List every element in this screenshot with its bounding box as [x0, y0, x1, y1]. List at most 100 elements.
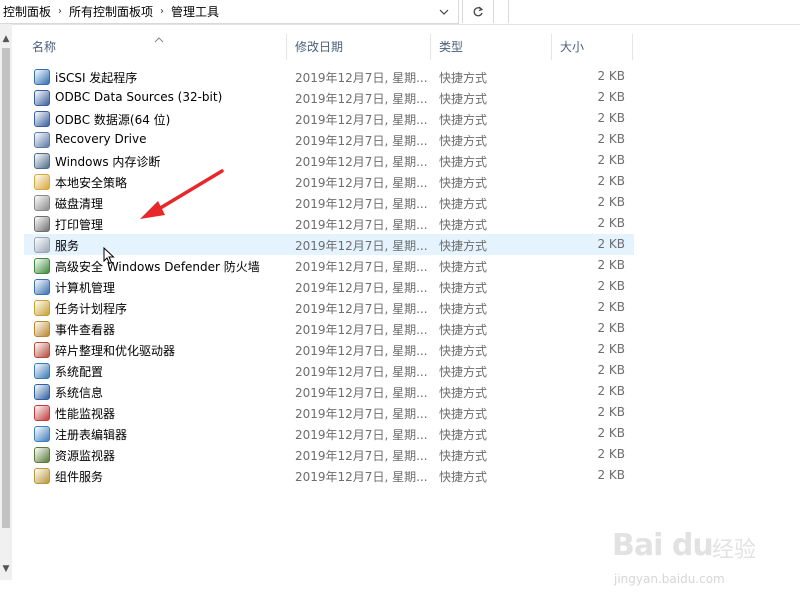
- file-list: iSCSI 发起程序 2019年12月7日, 星期... 快捷方式 2 KB ODBC …: [24, 66, 634, 486]
- file-date: 2019年12月7日, 星期...: [295, 470, 428, 484]
- file-type: 快捷方式: [439, 155, 488, 169]
- list-item[interactable]: ODBC Data Sources (32-bit) 2019年12月7日, 星期…: [24, 87, 634, 108]
- file-date: 2019年12月7日, 星期...: [295, 218, 428, 232]
- file-date: 2019年12月7日, 星期...: [295, 155, 428, 169]
- breadcrumb-separator-icon[interactable]: ›: [54, 6, 66, 17]
- list-item[interactable]: 事件查看器 2019年12月7日, 星期... 快捷方式 2 KB: [24, 318, 634, 339]
- list-item[interactable]: 本地安全策略 2019年12月7日, 星期... 快捷方式 2 KB: [24, 171, 634, 192]
- file-type: 快捷方式: [439, 386, 488, 400]
- list-item[interactable]: ODBC 数据源(64 位) 2019年12月7日, 星期... 快捷方式 2 KB: [24, 108, 634, 129]
- sort-ascending-icon: [154, 28, 164, 54]
- list-item[interactable]: 注册表编辑器 2019年12月7日, 星期... 快捷方式 2 KB: [24, 423, 634, 444]
- column-header-name[interactable]: 名称: [24, 34, 287, 60]
- file-type: 快捷方式: [439, 218, 488, 232]
- breadcrumb-item-control-panel[interactable]: 控制面板: [0, 3, 54, 20]
- file-size: 2 KB: [597, 195, 625, 209]
- disk-cleanup-icon: [34, 195, 50, 211]
- column-name-label: 名称: [32, 40, 57, 54]
- file-type: 快捷方式: [439, 71, 488, 85]
- chevron-down-icon[interactable]: [432, 0, 456, 23]
- column-header-size[interactable]: 大小: [552, 34, 633, 60]
- list-item[interactable]: 碎片整理和优化驱动器 2019年12月7日, 星期... 快捷方式 2 KB: [24, 339, 634, 360]
- list-item[interactable]: 磁盘清理 2019年12月7日, 星期... 快捷方式 2 KB: [24, 192, 634, 213]
- file-size: 2 KB: [597, 132, 625, 146]
- breadcrumb-item-all-items[interactable]: 所有控制面板项: [66, 3, 156, 20]
- file-date: 2019年12月7日, 星期...: [295, 386, 428, 400]
- mouse-cursor-icon: [103, 247, 115, 265]
- list-item[interactable]: 性能监视器 2019年12月7日, 星期... 快捷方式 2 KB: [24, 402, 634, 423]
- file-type: 快捷方式: [439, 449, 488, 463]
- file-type: 快捷方式: [439, 344, 488, 358]
- file-name: 性能监视器: [55, 407, 116, 421]
- file-type: 快捷方式: [439, 176, 488, 190]
- file-date: 2019年12月7日, 星期...: [295, 407, 428, 421]
- watermark-text: 经验: [712, 538, 757, 563]
- column-header-date[interactable]: 修改日期: [287, 34, 431, 60]
- search-input[interactable]: [508, 0, 800, 23]
- scroll-down-icon[interactable]: ▼: [0, 562, 12, 576]
- list-item[interactable]: 计算机管理 2019年12月7日, 星期... 快捷方式 2 KB: [24, 276, 634, 297]
- file-date: 2019年12月7日, 星期...: [295, 134, 428, 148]
- file-type: 快捷方式: [439, 197, 488, 211]
- address-bar[interactable]: 控制面板 › 所有控制面板项 › 管理工具: [0, 0, 459, 24]
- iscsi-icon: [34, 69, 50, 85]
- list-item[interactable]: 高级安全 Windows Defender 防火墙 2019年12月7日, 星期.…: [24, 255, 634, 276]
- computer-management-icon: [34, 279, 50, 295]
- file-size: 2 KB: [597, 174, 625, 188]
- scrollbar-thumb[interactable]: [2, 48, 10, 528]
- list-item[interactable]: iSCSI 发起程序 2019年12月7日, 星期... 快捷方式 2 KB: [24, 66, 634, 87]
- file-date: 2019年12月7日, 星期...: [295, 323, 428, 337]
- list-item[interactable]: Windows 内存诊断 2019年12月7日, 星期... 快捷方式 2 KB: [24, 150, 634, 171]
- file-date: 2019年12月7日, 星期...: [295, 176, 428, 190]
- file-type: 快捷方式: [439, 134, 488, 148]
- breadcrumb-separator-icon[interactable]: ›: [156, 6, 168, 17]
- file-date: 2019年12月7日, 星期...: [295, 239, 428, 253]
- list-item[interactable]: 资源监视器 2019年12月7日, 星期... 快捷方式 2 KB: [24, 444, 634, 465]
- breadcrumb-item-admin-tools[interactable]: 管理工具: [168, 3, 222, 20]
- list-item[interactable]: 组件服务 2019年12月7日, 星期... 快捷方式 2 KB: [24, 465, 634, 486]
- vertical-scrollbar[interactable]: ▲ ▼: [0, 24, 12, 580]
- baidu-logo: Bai du: [612, 528, 714, 563]
- list-item[interactable]: 服务 2019年12月7日, 星期... 快捷方式 2 KB: [24, 234, 634, 255]
- file-name: iSCSI 发起程序: [55, 71, 138, 85]
- file-size: 2 KB: [597, 405, 625, 419]
- file-name: 资源监视器: [55, 449, 116, 463]
- column-size-label: 大小: [560, 40, 585, 54]
- list-item[interactable]: 任务计划程序 2019年12月7日, 星期... 快捷方式 2 KB: [24, 297, 634, 318]
- scroll-up-icon[interactable]: ▲: [0, 32, 12, 46]
- defrag-icon: [34, 342, 50, 358]
- file-name: ODBC 数据源(64 位): [55, 113, 171, 127]
- list-item[interactable]: 系统配置 2019年12月7日, 星期... 快捷方式 2 KB: [24, 360, 634, 381]
- column-header-type[interactable]: 类型: [431, 34, 552, 60]
- column-header: 名称 修改日期 类型 大小: [24, 34, 634, 60]
- list-item[interactable]: 系统信息 2019年12月7日, 星期... 快捷方式 2 KB: [24, 381, 634, 402]
- registry-editor-icon: [34, 426, 50, 442]
- list-item[interactable]: Recovery Drive 2019年12月7日, 星期... 快捷方式 2 KB: [24, 129, 634, 150]
- file-size: 2 KB: [597, 447, 625, 461]
- file-type: 快捷方式: [439, 260, 488, 274]
- file-name: 计算机管理: [55, 281, 116, 295]
- file-type: 快捷方式: [439, 239, 488, 253]
- file-size: 2 KB: [597, 153, 625, 167]
- file-type: 快捷方式: [439, 92, 488, 106]
- baidu-watermark: Bai du 经验 jingyan.baidu.com: [612, 518, 798, 594]
- file-date: 2019年12月7日, 星期...: [295, 92, 428, 106]
- file-type: 快捷方式: [439, 113, 488, 127]
- file-date: 2019年12月7日, 星期...: [295, 281, 428, 295]
- file-name: 高级安全 Windows Defender 防火墙: [55, 260, 260, 274]
- refresh-button[interactable]: [462, 0, 494, 23]
- component-services-icon: [34, 468, 50, 484]
- file-size: 2 KB: [597, 321, 625, 335]
- list-item[interactable]: 打印管理 2019年12月7日, 星期... 快捷方式 2 KB: [24, 213, 634, 234]
- file-name: 碎片整理和优化驱动器: [55, 344, 176, 358]
- file-size: 2 KB: [597, 258, 625, 272]
- file-date: 2019年12月7日, 星期...: [295, 113, 428, 127]
- file-date: 2019年12月7日, 星期...: [295, 71, 428, 85]
- file-name: 服务: [55, 239, 80, 253]
- file-date: 2019年12月7日, 星期...: [295, 365, 428, 379]
- file-type: 快捷方式: [439, 281, 488, 295]
- file-type: 快捷方式: [439, 470, 488, 484]
- firewall-icon: [34, 258, 50, 274]
- column-type-label: 类型: [439, 40, 464, 54]
- file-size: 2 KB: [597, 237, 625, 251]
